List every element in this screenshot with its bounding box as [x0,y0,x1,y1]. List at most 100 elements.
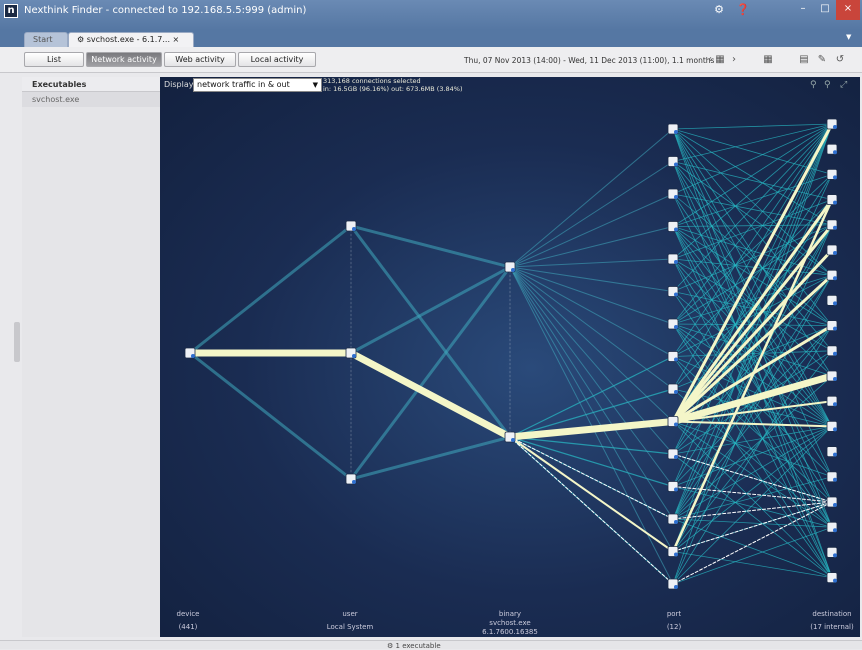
graph-edge [347,349,514,441]
binary-node-icon[interactable] [504,431,516,443]
graph-edge [349,435,512,481]
port-node-icon[interactable] [667,481,679,492]
port-node-icon[interactable] [667,318,679,330]
title-bar: n Nexthink Finder - connected to 192.168… [0,0,862,30]
destination-node-icon[interactable] [826,546,838,558]
destination-node-icon[interactable] [826,521,838,533]
destination-node-icon[interactable] [826,496,838,508]
axis-port: port (12) [614,610,734,632]
destination-node-icon[interactable] [826,194,838,205]
tab-start[interactable]: Start [24,32,68,47]
graph-edge [349,265,512,355]
tab-list-dropdown-icon[interactable]: ▼ [846,33,851,41]
axis-user-value: Local System [326,623,374,631]
minimize-button[interactable]: – [792,0,814,20]
graph-edge [509,266,674,520]
user-node-icon[interactable] [345,473,357,485]
port-node-icon[interactable] [667,351,679,362]
port-node-icon[interactable] [667,286,679,297]
graph-edge [672,123,833,130]
graph-edge [509,161,674,268]
graph-edge [509,266,674,422]
axis-destination: destination (17 internal) [772,610,862,632]
destination-node-icon[interactable] [826,169,838,180]
graph-edge [672,128,833,226]
network-graph [184,118,838,590]
port-node-icon[interactable] [667,448,679,460]
list-button[interactable]: List [24,52,84,67]
graph-edge [672,421,833,478]
web-activity-button[interactable]: Web activity [164,52,236,67]
port-node-icon[interactable] [667,383,679,395]
close-button[interactable]: × [836,0,860,20]
destination-node-icon[interactable] [826,320,838,332]
destination-node-icon[interactable] [826,420,838,432]
axis-user-name: user [342,610,358,618]
user-node-icon[interactable] [345,347,357,359]
destination-node-icon[interactable] [826,395,838,407]
binary-node-icon[interactable] [504,261,516,273]
graph-edge [349,224,512,439]
gear-icon: ⚙ [77,35,87,44]
tab-strip: Start ⚙ svchost.exe - 6.1.7... × ▼ [0,30,862,47]
grid-view-icon[interactable]: ▦ [762,54,774,66]
graph-edge [509,266,674,292]
port-node-icon[interactable] [667,221,679,232]
sidebar-item-svchost[interactable]: svchost.exe [22,92,160,107]
date-range[interactable]: Thu, 07 Nov 2013 (14:00) - Wed, 11 Dec 2… [464,56,714,65]
device-node-icon[interactable] [184,347,196,359]
save-icon[interactable]: ▤ [798,54,810,66]
port-node-icon[interactable] [667,578,679,590]
local-activity-button[interactable]: Local activity [238,52,316,67]
window-title: Nexthink Finder - connected to 192.168.5… [24,5,307,16]
destination-node-icon[interactable] [826,219,838,231]
graph-edge [509,436,674,488]
port-node-icon[interactable] [667,253,679,265]
tab-svchost[interactable]: ⚙ svchost.exe - 6.1.7... × [68,32,194,47]
destination-node-icon[interactable] [826,143,838,155]
graph-edge [672,123,833,260]
sidebar-heading: Executables [22,77,160,92]
toolbar: List Network activity Web activity Local… [0,47,862,73]
axis-destination-name: destination [812,610,852,618]
next-period-icon[interactable]: › [728,54,740,66]
graph-edge [509,436,674,520]
destination-node-icon[interactable] [826,244,838,256]
graph-edge [672,518,833,528]
help-icon[interactable]: ❓ [736,3,750,17]
port-node-icon[interactable] [667,416,679,427]
destination-node-icon[interactable] [826,572,838,584]
graph-edge [509,266,674,357]
graph-edge [509,436,674,455]
destination-node-icon[interactable] [826,269,838,281]
axis-binary-version: 6.1.7600.16385 [482,628,538,636]
port-node-icon[interactable] [667,546,679,557]
edit-icon[interactable]: ✎ [816,54,828,66]
user-node-icon[interactable] [345,220,357,232]
settings-gear-icon[interactable]: ⚙ [712,3,726,17]
port-node-icon[interactable] [667,123,679,135]
destination-node-icon[interactable] [826,471,838,483]
sidebar-collapse-handle[interactable] [14,322,20,362]
graph-edge [509,258,674,268]
tab-svchost-label: svchost.exe - 6.1.7... × [86,35,180,44]
destination-node-icon[interactable] [826,294,838,306]
port-node-icon[interactable] [667,156,679,167]
network-activity-button[interactable]: Network activity [86,52,162,67]
status-bar: ⚙ 1 executable [0,640,862,650]
graph-edge [509,266,674,552]
graph-edge [349,265,512,481]
port-node-icon[interactable] [667,188,679,200]
axis-port-name: port [666,610,682,618]
destination-node-icon[interactable] [826,118,838,130]
refresh-icon[interactable]: ↺ [834,54,846,66]
calendar-icon[interactable]: ▦ [714,54,726,66]
destination-node-icon[interactable] [826,345,838,357]
graph-edge [509,436,674,585]
maximize-button[interactable]: □ [814,0,836,20]
port-node-icon[interactable] [667,513,679,525]
destination-node-icon[interactable] [826,446,838,458]
destination-node-icon[interactable] [826,370,838,382]
graph-edge [188,351,353,481]
axis-device-name: device [176,610,200,618]
